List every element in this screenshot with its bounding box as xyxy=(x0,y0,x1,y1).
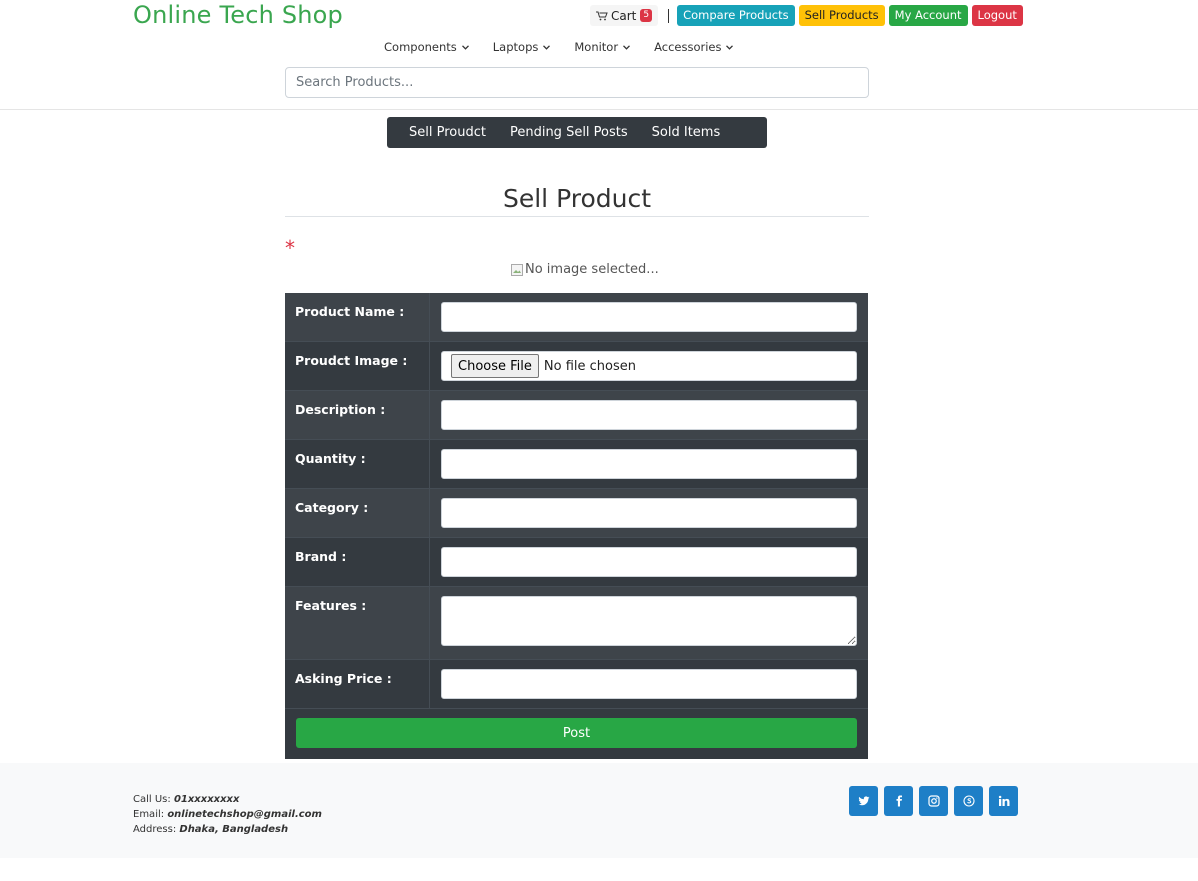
twitter-icon xyxy=(858,796,869,806)
cart-button[interactable]: Cart 5 xyxy=(590,5,659,26)
form-row-category: Category : xyxy=(285,489,868,538)
post-button[interactable]: Post xyxy=(296,718,857,748)
required-marker: * xyxy=(285,236,295,260)
address-value: Dhaka, Bangladesh xyxy=(179,824,289,835)
category-label: Accessories xyxy=(654,40,722,54)
description-input[interactable] xyxy=(441,400,857,430)
instagram-link[interactable] xyxy=(919,786,948,816)
chevron-down-icon xyxy=(726,44,734,50)
chevron-down-icon xyxy=(543,44,551,50)
field-label: Quantity : xyxy=(285,440,430,488)
field-label: Asking Price : xyxy=(285,660,430,708)
facebook-icon xyxy=(896,795,902,807)
cart-count-badge: 5 xyxy=(640,9,653,22)
divider xyxy=(668,8,670,23)
form-row-features: Features : xyxy=(285,587,868,660)
image-preview-alt: No image selected... xyxy=(525,262,659,277)
form-row-brand: Brand : xyxy=(285,538,868,587)
cart-icon xyxy=(596,11,608,20)
call-label: Call Us: xyxy=(133,794,171,805)
form-row-product-name: Product Name : xyxy=(285,293,868,342)
field-label: Category : xyxy=(285,489,430,537)
category-label: Components xyxy=(384,40,457,54)
email-label: Email: xyxy=(133,809,165,820)
category-monitor[interactable]: Monitor xyxy=(574,40,631,54)
tab-sold-items[interactable]: Sold Items xyxy=(652,125,721,140)
form-row-description: Description : xyxy=(285,391,868,440)
address-label: Address: xyxy=(133,824,177,835)
form-row-asking-price: Asking Price : xyxy=(285,660,868,709)
quantity-input[interactable] xyxy=(441,449,857,479)
category-accessories[interactable]: Accessories xyxy=(654,40,734,54)
social-links xyxy=(849,786,1018,816)
sell-products-button[interactable]: Sell Products xyxy=(798,5,885,26)
skype-icon xyxy=(962,795,975,807)
site-header: Online Tech Shop Cart 5 Compare Products… xyxy=(0,0,1198,110)
compare-products-button[interactable]: Compare Products xyxy=(677,5,795,26)
field-label: Product Name : xyxy=(285,293,430,341)
field-label: Description : xyxy=(285,391,430,439)
product-image-file-input[interactable]: Choose File No file chosen xyxy=(441,351,857,381)
sell-product-form: Product Name : Proudct Image : Choose Fi… xyxy=(285,293,868,759)
category-input[interactable] xyxy=(441,498,857,528)
site-footer: Call Us: 01xxxxxxxx Email: onlinetechsho… xyxy=(0,763,1198,858)
tab-pending-sell-posts[interactable]: Pending Sell Posts xyxy=(510,125,628,140)
asking-price-input[interactable] xyxy=(441,669,857,699)
image-preview: No image selected... xyxy=(511,262,659,277)
form-submit-row: Post xyxy=(285,709,868,759)
call-value: 01xxxxxxxx xyxy=(173,794,240,805)
top-actions: Cart 5 Compare Products Sell Products My… xyxy=(590,5,1023,26)
product-name-input[interactable] xyxy=(441,302,857,332)
cart-label: Cart xyxy=(611,8,637,23)
site-logo[interactable]: Online Tech Shop xyxy=(133,1,343,29)
instagram-icon xyxy=(927,795,940,807)
form-row-quantity: Quantity : xyxy=(285,440,868,489)
sell-subnav: Sell Proudct Pending Sell Posts Sold Ite… xyxy=(387,117,767,148)
field-label: Brand : xyxy=(285,538,430,586)
skype-link[interactable] xyxy=(954,786,983,816)
contact-info: Call Us: 01xxxxxxxx Email: onlinetechsho… xyxy=(133,792,322,837)
twitter-link[interactable] xyxy=(849,786,878,816)
features-textarea[interactable] xyxy=(441,596,857,646)
email-value: onlinetechshop@gmail.com xyxy=(167,809,322,820)
page-title: Sell Product xyxy=(502,184,651,213)
linkedin-link[interactable] xyxy=(989,786,1018,816)
category-components[interactable]: Components xyxy=(384,40,469,54)
category-nav: Components Laptops Monitor Accessories xyxy=(384,40,734,54)
linkedin-icon xyxy=(998,795,1009,806)
choose-file-button[interactable]: Choose File xyxy=(451,354,539,378)
file-status: No file chosen xyxy=(543,358,636,374)
category-label: Laptops xyxy=(492,40,539,54)
broken-image-icon xyxy=(511,263,523,276)
brand-input[interactable] xyxy=(441,547,857,577)
form-row-product-image: Proudct Image : Choose File No file chos… xyxy=(285,342,868,391)
field-label: Proudct Image : xyxy=(285,342,430,390)
field-label: Features : xyxy=(285,587,430,659)
facebook-link[interactable] xyxy=(884,786,913,816)
category-label: Monitor xyxy=(574,40,619,54)
my-account-button[interactable]: My Account xyxy=(888,5,968,26)
search-input[interactable] xyxy=(285,67,869,98)
logout-button[interactable]: Logout xyxy=(971,5,1023,26)
chevron-down-icon xyxy=(623,44,631,50)
category-laptops[interactable]: Laptops xyxy=(493,40,551,54)
tab-sell-product[interactable]: Sell Proudct xyxy=(409,125,486,140)
title-divider xyxy=(285,216,869,217)
chevron-down-icon xyxy=(461,44,469,50)
